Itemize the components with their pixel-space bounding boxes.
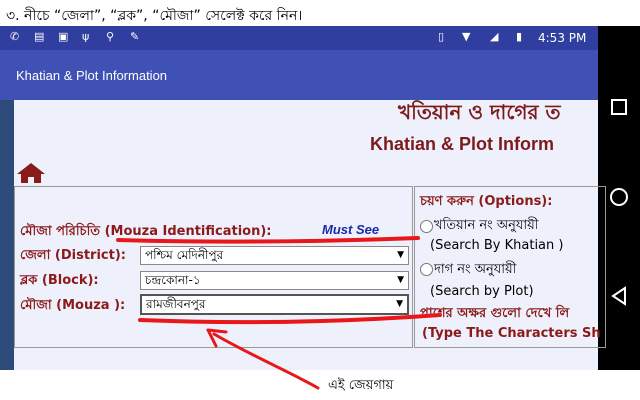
app-title: Khatian & Plot Information	[16, 68, 168, 83]
page-title-english: Khatian & Plot Inform	[370, 134, 554, 154]
status-bar: ✆ ▤ ▣ ψ ⚲ ✎ ▯ ▼ ◢ ▮	[0, 26, 598, 50]
home-icon[interactable]	[16, 162, 46, 184]
home-nav-icon	[610, 188, 628, 206]
plot-option-bn: দাগ নং অনুযায়ী	[434, 262, 517, 277]
message-icon: ▤	[34, 30, 45, 43]
block-select[interactable]: চন্দ্রকোনা-১ ▼	[140, 271, 409, 290]
signal-icon: ◢	[490, 30, 499, 43]
recents-icon	[611, 99, 627, 115]
status-time: 4:53 PM	[538, 31, 587, 45]
page-title-bengali: খতিয়ান ও দাগের ত	[398, 100, 561, 124]
must-see-link[interactable]: Must See	[322, 222, 379, 237]
battery-icon: ▮	[516, 30, 523, 43]
image-icon: ▣	[58, 30, 69, 43]
block-value: চন্দ্রকোনা-১	[145, 273, 201, 287]
plot-option-en: (Search by Plot)	[430, 284, 534, 299]
captcha-instruction-en: (Type The Characters Sh	[422, 326, 601, 341]
dropdown-arrow-icon: ▼	[396, 299, 403, 309]
khatian-option-bn: খতিয়ান নং অনুযায়ী	[434, 218, 539, 233]
block-label: ব্লক (Block):	[20, 273, 99, 288]
mouza-identification-label: মৌজা পরিচিতি (Mouza Identification):	[20, 224, 272, 239]
mouza-value: রামজীবনপুর	[146, 297, 206, 311]
mouza-label: মৌজা (Mouza ):	[20, 298, 126, 313]
wifi-icon: ▼	[462, 30, 471, 43]
captcha-instruction-bn: পাশের অক্ষর গুলো দেখে লি	[420, 306, 570, 321]
plug-icon: ⚲	[106, 30, 115, 43]
mouza-select[interactable]: রামজীবনপুর ▼	[140, 294, 409, 315]
khatian-radio[interactable]	[420, 220, 433, 233]
left-strip	[0, 100, 14, 370]
district-value: পশ্চিম মেদিনীপুর	[145, 248, 224, 262]
usb-icon: ψ	[82, 30, 90, 43]
instruction-caption: ৩. নীচে “জেলা”, “ব্লক”, “মৌজা” সেলেক্ট ক…	[6, 8, 303, 24]
dropdown-arrow-icon: ▼	[397, 250, 404, 260]
dropdown-arrow-icon: ▼	[397, 275, 404, 285]
options-heading: চয়ণ করুন (Options):	[420, 194, 553, 209]
vibrate-icon: ▯	[438, 30, 445, 43]
mouza-identification-panel	[14, 186, 413, 348]
district-select[interactable]: পশ্চিম মেদিনীপুর ▼	[140, 246, 409, 265]
annotation-label: এই জেয়গায়	[328, 378, 394, 393]
back-icon	[611, 286, 626, 306]
khatian-option-en: (Search By Khatian )	[430, 238, 564, 253]
phone-icon: ✆	[10, 30, 20, 43]
pen-icon: ✎	[130, 30, 140, 43]
plot-radio[interactable]	[420, 263, 433, 276]
district-label: জেলা (District):	[20, 248, 126, 263]
